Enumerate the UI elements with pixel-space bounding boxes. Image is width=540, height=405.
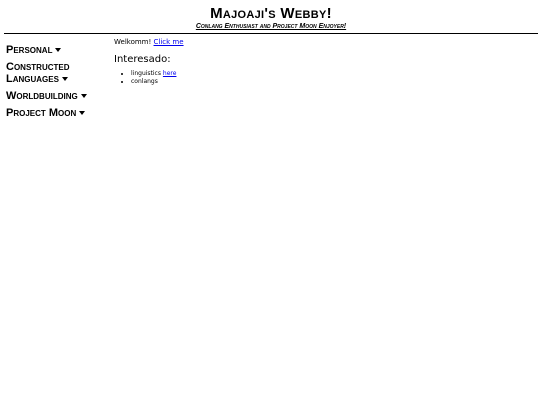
caret-down-icon bbox=[79, 111, 86, 116]
interest-text: linguistics bbox=[131, 70, 161, 77]
interests-list: linguistics here conlangs bbox=[114, 70, 534, 86]
welcome-text: Welkomm! bbox=[114, 38, 152, 46]
click-me-link[interactable]: Click me bbox=[154, 38, 184, 46]
interest-text: conlangs bbox=[131, 78, 158, 85]
list-item: linguistics here bbox=[131, 70, 534, 78]
sidebar-item-label: Worldbuilding bbox=[6, 90, 78, 102]
sidebar-item-project-moon[interactable]: Project Moon bbox=[6, 107, 106, 119]
site-header: Majoaji's Webby! Conlang Enthusiast and … bbox=[4, 0, 538, 34]
list-item: conlangs bbox=[131, 78, 534, 86]
site-title: Majoaji's Webby! bbox=[210, 5, 332, 22]
sidebar-item-label: Personal bbox=[6, 44, 53, 56]
sidebar-item-personal[interactable]: Personal bbox=[6, 44, 106, 56]
sidebar-item-label: Constructed Languages bbox=[6, 61, 70, 85]
interests-heading: Interesado: bbox=[114, 54, 171, 65]
site-subtitle: Conlang Enthusiast and Project Moon Enjo… bbox=[195, 23, 347, 30]
caret-down-icon bbox=[80, 94, 87, 99]
sidebar-item-worldbuilding[interactable]: Worldbuilding bbox=[6, 90, 106, 102]
sidebar-nav: Personal Constructed Languages Worldbuil… bbox=[6, 44, 106, 124]
sidebar-item-label: Project Moon bbox=[6, 107, 77, 119]
sidebar-item-constructed-languages[interactable]: Constructed Languages bbox=[6, 61, 106, 85]
linguistics-here-link[interactable]: here bbox=[163, 70, 177, 77]
main-content: Welkomm! Click me Interesado: linguistic… bbox=[114, 38, 534, 86]
welcome-line: Welkomm! Click me bbox=[114, 38, 534, 47]
caret-down-icon bbox=[61, 77, 68, 82]
caret-down-icon bbox=[55, 48, 62, 53]
